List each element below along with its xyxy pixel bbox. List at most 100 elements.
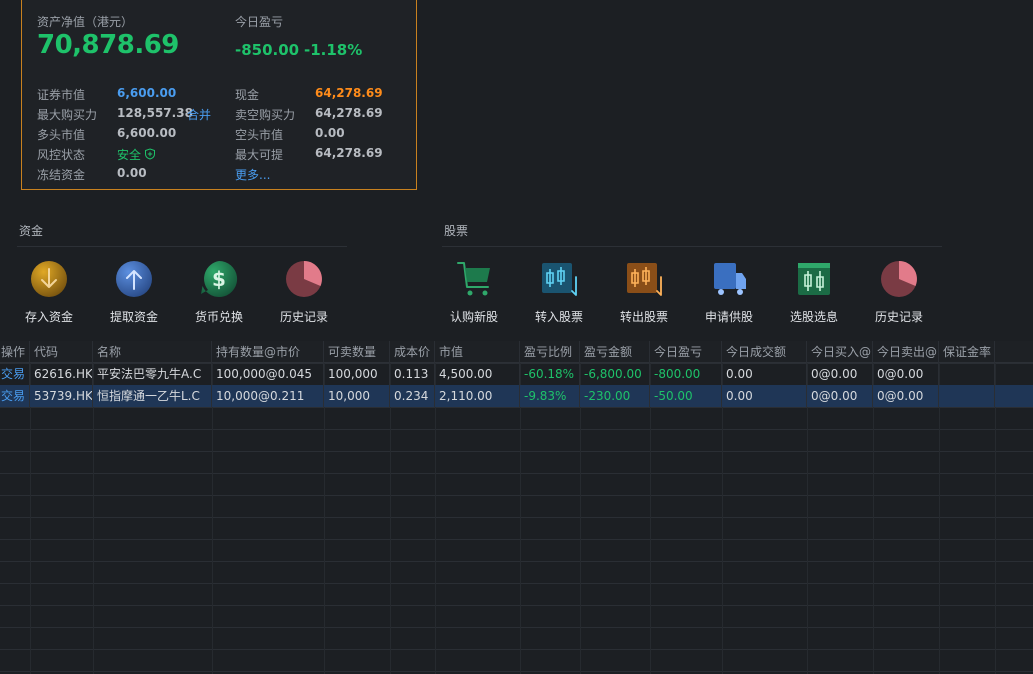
table-cell: 0.00 bbox=[722, 363, 807, 385]
tool-label: 转入股票 bbox=[534, 310, 583, 324]
shield-icon bbox=[145, 148, 155, 160]
field-label: 多头市值 bbox=[37, 128, 86, 142]
today-pnl-value: -850.00 bbox=[235, 41, 300, 59]
short-market-value: 0.00 bbox=[315, 126, 345, 140]
tool-label: 历史记录 bbox=[874, 310, 923, 324]
tool-label: 转出股票 bbox=[619, 310, 668, 324]
table-cell: 62616.HK bbox=[30, 363, 93, 385]
column-header[interactable]: 今日卖出@ bbox=[873, 341, 939, 363]
account-summary-card: 资产净值（港元） 70,878.69 今日盈亏 -850.00 -1.18% 证… bbox=[21, 0, 417, 190]
net-assets-label: 资产净值（港元） bbox=[37, 15, 134, 29]
field-label: 最大可提 bbox=[235, 148, 284, 162]
column-header[interactable]: 今日成交额 bbox=[722, 341, 807, 363]
column-header[interactable]: 代码 bbox=[30, 341, 93, 363]
table-cell: -9.83% bbox=[520, 385, 580, 407]
tool-label: 认购新股 bbox=[449, 310, 498, 324]
table-cell: -6,800.00 bbox=[580, 363, 650, 385]
field-label: 现金 bbox=[235, 88, 260, 102]
tool-label: 历史记录 bbox=[279, 310, 328, 324]
transfer-out-icon bbox=[627, 263, 662, 296]
column-header[interactable]: 保证金率 bbox=[939, 341, 995, 363]
table-cell: 0.113 bbox=[390, 363, 435, 385]
funds-history-button[interactable]: 历史记录 bbox=[269, 259, 339, 325]
deposit-funds-button[interactable]: 存入资金 bbox=[14, 259, 84, 325]
long-market-value: 6,600.00 bbox=[117, 126, 177, 140]
column-header[interactable]: 成本价 bbox=[390, 341, 435, 363]
funds-divider bbox=[17, 246, 347, 247]
table-cell: -800.00 bbox=[650, 363, 722, 385]
trade-link[interactable]: 交易 bbox=[0, 363, 30, 385]
max-buying-power-value: 128,557.38 bbox=[117, 106, 193, 120]
deposit-icon bbox=[31, 261, 67, 297]
cart-icon bbox=[457, 262, 490, 296]
tool-label: 提取资金 bbox=[109, 310, 158, 324]
column-header[interactable]: 可卖数量 bbox=[324, 341, 390, 363]
column-header[interactable]: 市值 bbox=[435, 341, 520, 363]
rights-issue-button[interactable]: 申请供股 bbox=[694, 259, 764, 325]
table-cell: -50.00 bbox=[650, 385, 722, 407]
table-cell: 53739.HK bbox=[30, 385, 93, 407]
table-cell: 0@0.00 bbox=[873, 363, 939, 385]
today-pnl-pct: -1.18% bbox=[304, 41, 363, 59]
table-cell: 0@0.00 bbox=[807, 363, 873, 385]
securities-value: 6,600.00 bbox=[117, 86, 177, 100]
transfer-in-stock-button[interactable]: 转入股票 bbox=[524, 259, 594, 325]
positions-table-header: 操作 代码 名称 持有数量@市价 可卖数量 成本价 市值 盈亏比例 盈亏金额 今… bbox=[0, 341, 1033, 363]
table-cell: 10,000 bbox=[324, 385, 390, 407]
table-cell: 0.234 bbox=[390, 385, 435, 407]
table-cell: 4,500.00 bbox=[435, 363, 520, 385]
stocks-divider bbox=[442, 246, 942, 247]
table-cell: 100,000@0.045 bbox=[212, 363, 324, 385]
table-cell: -60.18% bbox=[520, 363, 580, 385]
currency-exchange-button[interactable]: $ 货币兑换 bbox=[184, 259, 254, 325]
history-pie-icon bbox=[881, 261, 917, 297]
column-header[interactable]: 今日盈亏 bbox=[650, 341, 722, 363]
funds-section-title: 资金 bbox=[19, 224, 44, 238]
table-cell: 0@0.00 bbox=[873, 385, 939, 407]
column-header[interactable]: 持有数量@市价 bbox=[212, 341, 324, 363]
stock-dividend-choice-button[interactable]: 选股选息 bbox=[779, 259, 849, 325]
more-link[interactable]: 更多... bbox=[235, 166, 270, 183]
max-withdrawable-value: 64,278.69 bbox=[315, 146, 383, 160]
tool-label: 申请供股 bbox=[704, 310, 753, 324]
stocks-history-button[interactable]: 历史记录 bbox=[864, 259, 934, 325]
field-label: 卖空购买力 bbox=[235, 108, 296, 122]
currency-exchange-icon: $ bbox=[201, 260, 238, 297]
table-cell: 100,000 bbox=[324, 363, 390, 385]
net-assets-value: 70,878.69 bbox=[37, 30, 179, 60]
column-header[interactable]: 今日买入@ bbox=[807, 341, 873, 363]
risk-status-value: 安全 bbox=[117, 148, 142, 162]
table-cell: 2,110.00 bbox=[435, 385, 520, 407]
withdraw-funds-button[interactable]: 提取资金 bbox=[99, 259, 169, 325]
column-header[interactable]: 盈亏比例 bbox=[520, 341, 580, 363]
cash-value: 64,278.69 bbox=[315, 86, 383, 100]
truck-icon bbox=[714, 263, 746, 295]
subscribe-ipo-button[interactable]: 认购新股 bbox=[439, 259, 509, 325]
merge-link[interactable]: 合并 bbox=[187, 106, 211, 123]
frozen-funds-value: 0.00 bbox=[117, 166, 147, 180]
field-label: 冻结资金 bbox=[37, 168, 86, 182]
field-label: 证券市值 bbox=[37, 88, 86, 102]
table-row-selected[interactable]: 交易 53739.HK 恒指摩通一乙牛L.C 10,000@0.211 10,0… bbox=[0, 385, 1033, 407]
column-header[interactable]: 盈亏金额 bbox=[580, 341, 650, 363]
tool-label: 货币兑换 bbox=[194, 310, 243, 324]
table-cell bbox=[939, 363, 995, 385]
history-pie-icon bbox=[286, 261, 322, 297]
trade-link[interactable]: 交易 bbox=[0, 385, 30, 407]
table-row[interactable]: 交易 62616.HK 平安法巴零九牛A.C 100,000@0.045 100… bbox=[0, 363, 1033, 385]
field-label: 风控状态 bbox=[37, 148, 86, 162]
table-cell: 10,000@0.211 bbox=[212, 385, 324, 407]
column-header[interactable]: 名称 bbox=[93, 341, 212, 363]
table-cell: 0@0.00 bbox=[807, 385, 873, 407]
table-cell: 0.00 bbox=[722, 385, 807, 407]
stocks-section-title: 股票 bbox=[444, 224, 469, 238]
transfer-in-icon bbox=[542, 263, 577, 296]
table-cell: 恒指摩通一乙牛L.C bbox=[93, 385, 212, 407]
tool-label: 存入资金 bbox=[24, 310, 73, 324]
transfer-out-stock-button[interactable]: 转出股票 bbox=[609, 259, 679, 325]
tool-label: 选股选息 bbox=[789, 310, 838, 324]
table-cell bbox=[939, 385, 995, 407]
withdraw-icon bbox=[116, 261, 152, 297]
field-label: 空头市值 bbox=[235, 128, 284, 142]
column-header[interactable]: 操作 bbox=[0, 341, 30, 363]
